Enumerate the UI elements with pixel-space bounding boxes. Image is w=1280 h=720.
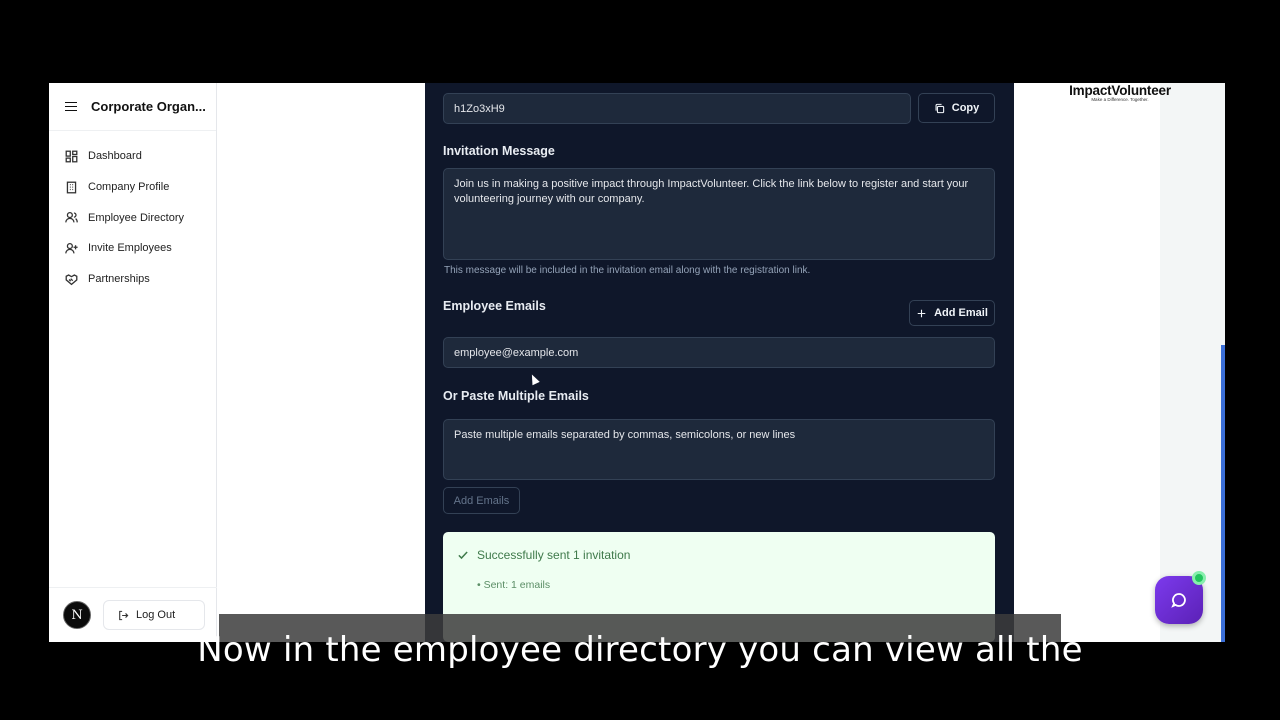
chat-icon — [1171, 593, 1186, 608]
sidebar-item-company-profile[interactable]: Company Profile — [49, 172, 216, 203]
sidebar-item-employee-directory[interactable]: Employee Directory — [49, 202, 216, 233]
success-heading: Successfully sent 1 invitation — [457, 548, 630, 562]
logout-icon — [119, 610, 129, 620]
paste-emails-textarea[interactable]: Paste multiple emails separated by comma… — [443, 419, 995, 480]
user-plus-icon — [65, 242, 78, 255]
brand-name: ImpactVolunteer — [1069, 83, 1171, 98]
sidebar-item-label: Invite Employees — [88, 242, 172, 255]
add-email-button[interactable]: Add Email — [909, 300, 995, 326]
success-detail: • Sent: 1 emails — [477, 579, 551, 591]
employee-emails-label: Employee Emails — [443, 299, 546, 313]
paste-emails-label: Or Paste Multiple Emails — [443, 389, 589, 403]
copy-button[interactable]: Copy — [918, 93, 995, 123]
brand-logo: ImpactVolunteer Make a Difference. Toget… — [1055, 83, 1185, 102]
success-title: Successfully sent 1 invitation — [477, 548, 631, 562]
handshake-icon — [65, 273, 78, 286]
building-icon — [65, 181, 78, 194]
logout-button[interactable]: Log Out — [103, 600, 205, 630]
chat-status-dot — [1192, 571, 1206, 585]
sidebar-item-label: Partnerships — [88, 273, 150, 286]
app-window: Corporate Organ... Dashboard Company Pro… — [49, 83, 1225, 642]
sidebar-item-dashboard[interactable]: Dashboard — [49, 141, 216, 172]
invitation-message-label: Invitation Message — [443, 144, 555, 158]
sidebar-item-invite-employees[interactable]: Invite Employees — [49, 233, 216, 264]
invitation-message-help: This message will be included in the inv… — [444, 265, 811, 276]
sidebar-item-label: Company Profile — [88, 181, 170, 194]
dashboard-icon — [65, 150, 78, 163]
invitation-message-textarea[interactable]: Join us in making a positive impact thro… — [443, 168, 995, 260]
sidebar-header: Corporate Organ... — [49, 83, 216, 131]
logout-label: Log Out — [136, 609, 176, 621]
invite-form-panel: h1Zo3xH9 Copy Invitation Message Join us… — [425, 83, 1014, 642]
right-panel — [1160, 83, 1225, 642]
sidebar-item-label: Dashboard — [88, 150, 142, 163]
sidebar: Corporate Organ... Dashboard Company Pro… — [49, 83, 217, 642]
hamburger-menu-icon[interactable] — [65, 101, 77, 112]
sidebar-nav: Dashboard Company Profile Employee Direc… — [49, 131, 216, 294]
add-email-label: Add Email — [934, 307, 988, 319]
users-icon — [65, 211, 78, 224]
avatar[interactable]: N — [63, 601, 91, 629]
sidebar-item-partnerships[interactable]: Partnerships — [49, 264, 216, 295]
organization-name: Corporate Organ... — [91, 99, 206, 114]
email-field[interactable]: employee@example.com — [443, 337, 995, 368]
sidebar-item-label: Employee Directory — [88, 211, 184, 224]
add-emails-button[interactable]: Add Emails — [443, 487, 520, 514]
video-frame: Corporate Organ... Dashboard Company Pro… — [0, 0, 1280, 720]
plus-icon — [917, 309, 926, 317]
check-icon — [458, 551, 468, 560]
invite-code-field[interactable]: h1Zo3xH9 — [443, 93, 911, 124]
copy-label: Copy — [951, 102, 980, 114]
scrollbar[interactable] — [1221, 345, 1225, 642]
copy-icon — [935, 103, 944, 113]
video-caption: Now in the employee directory you can vi… — [197, 630, 1083, 670]
